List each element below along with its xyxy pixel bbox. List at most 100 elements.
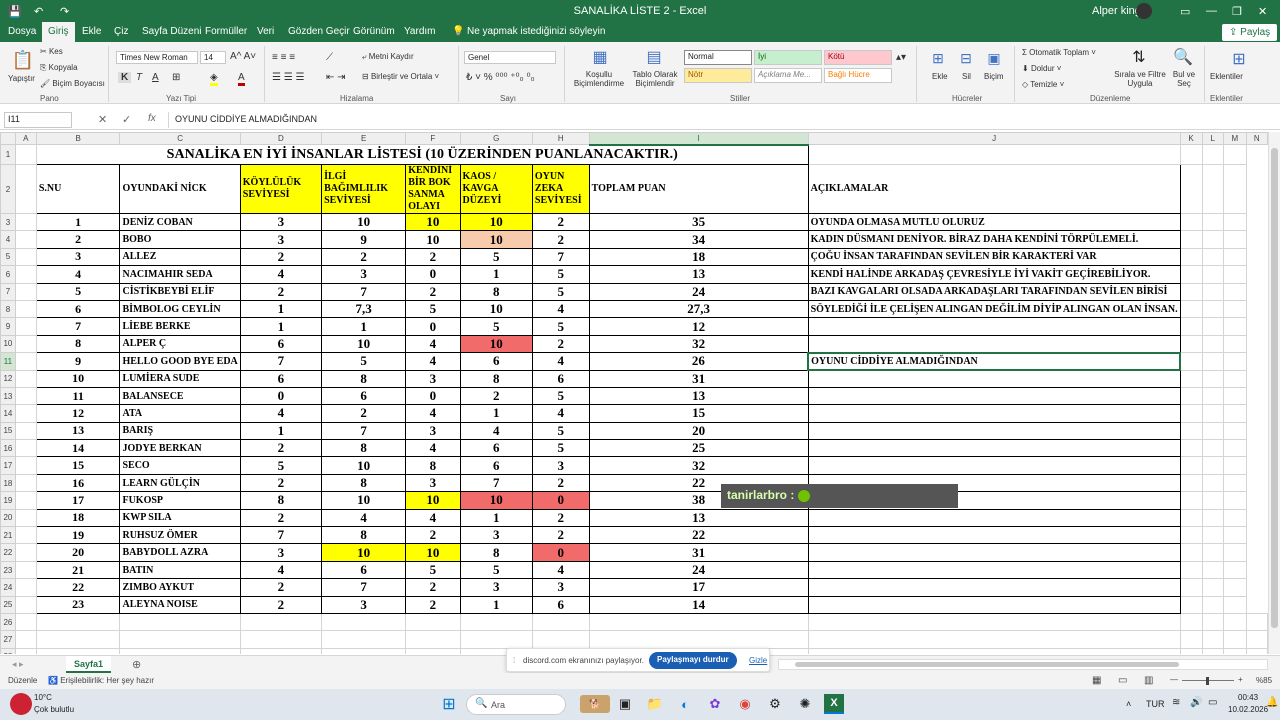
cell-comment[interactable]: BAZI KAVGALARI OLSADA ARKADAŞLARI TARAFI…: [807, 282, 1181, 301]
row-header[interactable]: 24: [0, 578, 16, 597]
app-icon[interactable]: ⚙: [766, 695, 784, 713]
cell-score[interactable]: 6: [321, 386, 407, 406]
row-header[interactable]: 26: [0, 612, 16, 632]
find-select-button[interactable]: Bul ve Seç: [1170, 70, 1198, 88]
cell[interactable]: [1201, 299, 1224, 319]
cell[interactable]: [1179, 630, 1203, 649]
cell[interactable]: [1222, 299, 1247, 319]
cell[interactable]: [1179, 164, 1203, 214]
cell-sno[interactable]: 5: [35, 282, 121, 301]
zoom-in-icon[interactable]: +: [1238, 675, 1243, 684]
cell[interactable]: [14, 578, 37, 597]
cell-score[interactable]: 4: [459, 421, 533, 441]
cell-sno[interactable]: 7: [35, 317, 121, 336]
cell[interactable]: [1201, 212, 1224, 232]
cell[interactable]: [14, 560, 37, 580]
style-normal[interactable]: Normal: [684, 50, 752, 65]
cell-nick[interactable]: RUHSUZ ÖMER: [119, 526, 241, 545]
cell-nick[interactable]: DENİZ COBAN: [119, 212, 241, 232]
cell-nick[interactable]: ZIMBO AYKUT: [119, 578, 241, 597]
underline-button[interactable]: A: [152, 72, 159, 83]
style-linked-cell[interactable]: Bağlı Hücre: [824, 68, 892, 83]
tab-page-layout[interactable]: Sayfa Düzeni: [142, 26, 201, 37]
cell-score[interactable]: 24: [588, 282, 809, 301]
fill-color-icon[interactable]: ◈: [210, 72, 218, 86]
chatgpt-icon[interactable]: ✺: [796, 695, 814, 713]
cell-sno[interactable]: 4: [35, 265, 121, 284]
cell[interactable]: [14, 612, 37, 632]
cell-score[interactable]: 10: [321, 456, 407, 475]
cell[interactable]: [1201, 230, 1224, 249]
sheet-title[interactable]: SANALİKA EN İYİ İNSANLAR LİSTESİ (10 ÜZE…: [35, 144, 809, 165]
cell-score[interactable]: 5: [405, 560, 461, 580]
cell-score[interactable]: 4: [405, 404, 461, 423]
italic-button[interactable]: T: [136, 72, 142, 83]
row-header[interactable]: 17: [0, 456, 16, 475]
cell[interactable]: [1222, 595, 1247, 614]
cell-score[interactable]: 10: [321, 212, 407, 232]
cell[interactable]: [1222, 491, 1247, 510]
cell[interactable]: [1222, 508, 1247, 528]
cell-score[interactable]: 12: [588, 317, 809, 336]
tab-file[interactable]: Dosya: [8, 26, 36, 37]
cell-comment[interactable]: [807, 456, 1181, 475]
column-header-c[interactable]: C: [119, 132, 241, 145]
cell[interactable]: [14, 404, 37, 423]
column-header-d[interactable]: D: [239, 132, 323, 145]
cell-score[interactable]: 4: [405, 352, 461, 371]
cell-score[interactable]: 3: [239, 230, 323, 249]
cell[interactable]: [807, 647, 1181, 654]
cell-score[interactable]: 2: [459, 386, 533, 406]
row-header[interactable]: 1: [0, 144, 16, 165]
tab-help[interactable]: Yardım: [404, 26, 436, 37]
cell[interactable]: [1201, 595, 1224, 614]
column-header-j[interactable]: J: [807, 132, 1181, 145]
cell-score[interactable]: 4: [531, 404, 590, 423]
cell-nick[interactable]: BALANSECE: [119, 386, 241, 406]
row-header[interactable]: 3: [0, 212, 16, 232]
cell[interactable]: [1201, 630, 1224, 649]
cell[interactable]: [1179, 299, 1203, 319]
cell[interactable]: [1222, 317, 1247, 336]
cell-score[interactable]: 3: [321, 265, 407, 284]
cell[interactable]: [1201, 386, 1224, 406]
cell[interactable]: [1222, 230, 1247, 249]
cell[interactable]: [14, 230, 37, 249]
cell-score[interactable]: 2: [405, 578, 461, 597]
cell-score[interactable]: 10: [405, 230, 461, 249]
tab-home[interactable]: Giriş: [42, 22, 75, 42]
copy-button[interactable]: ⎘ Kopyala: [40, 63, 78, 73]
cell[interactable]: [14, 456, 37, 475]
cell[interactable]: [1201, 508, 1224, 528]
cell-score[interactable]: 4: [531, 352, 590, 371]
cell[interactable]: [1222, 439, 1247, 458]
cell-score[interactable]: 14: [588, 595, 809, 614]
clock-time[interactable]: 00:43: [1238, 693, 1258, 702]
cell-score[interactable]: 6: [459, 456, 533, 475]
cell[interactable]: [321, 612, 407, 632]
cell-score[interactable]: 10: [459, 334, 533, 354]
cell-score[interactable]: 3: [459, 526, 533, 545]
row-header[interactable]: 19: [0, 491, 16, 510]
cell[interactable]: [1222, 369, 1247, 388]
cell[interactable]: [1222, 144, 1247, 165]
header-game-iq[interactable]: OYUN ZEKA SEVİYESİ: [531, 164, 590, 214]
row-header[interactable]: 4: [0, 230, 16, 249]
cell[interactable]: [14, 491, 37, 510]
cell-score[interactable]: 17: [588, 578, 809, 597]
windows-start-icon[interactable]: ⊞: [440, 695, 458, 713]
cell-score[interactable]: 10: [405, 212, 461, 232]
cell[interactable]: [1201, 456, 1224, 475]
cell[interactable]: [459, 612, 533, 632]
cell-score[interactable]: 6: [459, 439, 533, 458]
number-format-select[interactable]: Genel: [464, 51, 556, 64]
cell[interactable]: [1179, 421, 1203, 441]
cell-nick[interactable]: FUKOSP: [119, 491, 241, 510]
cell-comment[interactable]: [807, 578, 1181, 597]
cell[interactable]: [239, 612, 323, 632]
paste-icon[interactable]: 📋: [10, 48, 36, 72]
cell[interactable]: [14, 352, 37, 371]
cell[interactable]: [1222, 421, 1247, 441]
cell[interactable]: [14, 526, 37, 545]
cell-score[interactable]: 4: [405, 439, 461, 458]
